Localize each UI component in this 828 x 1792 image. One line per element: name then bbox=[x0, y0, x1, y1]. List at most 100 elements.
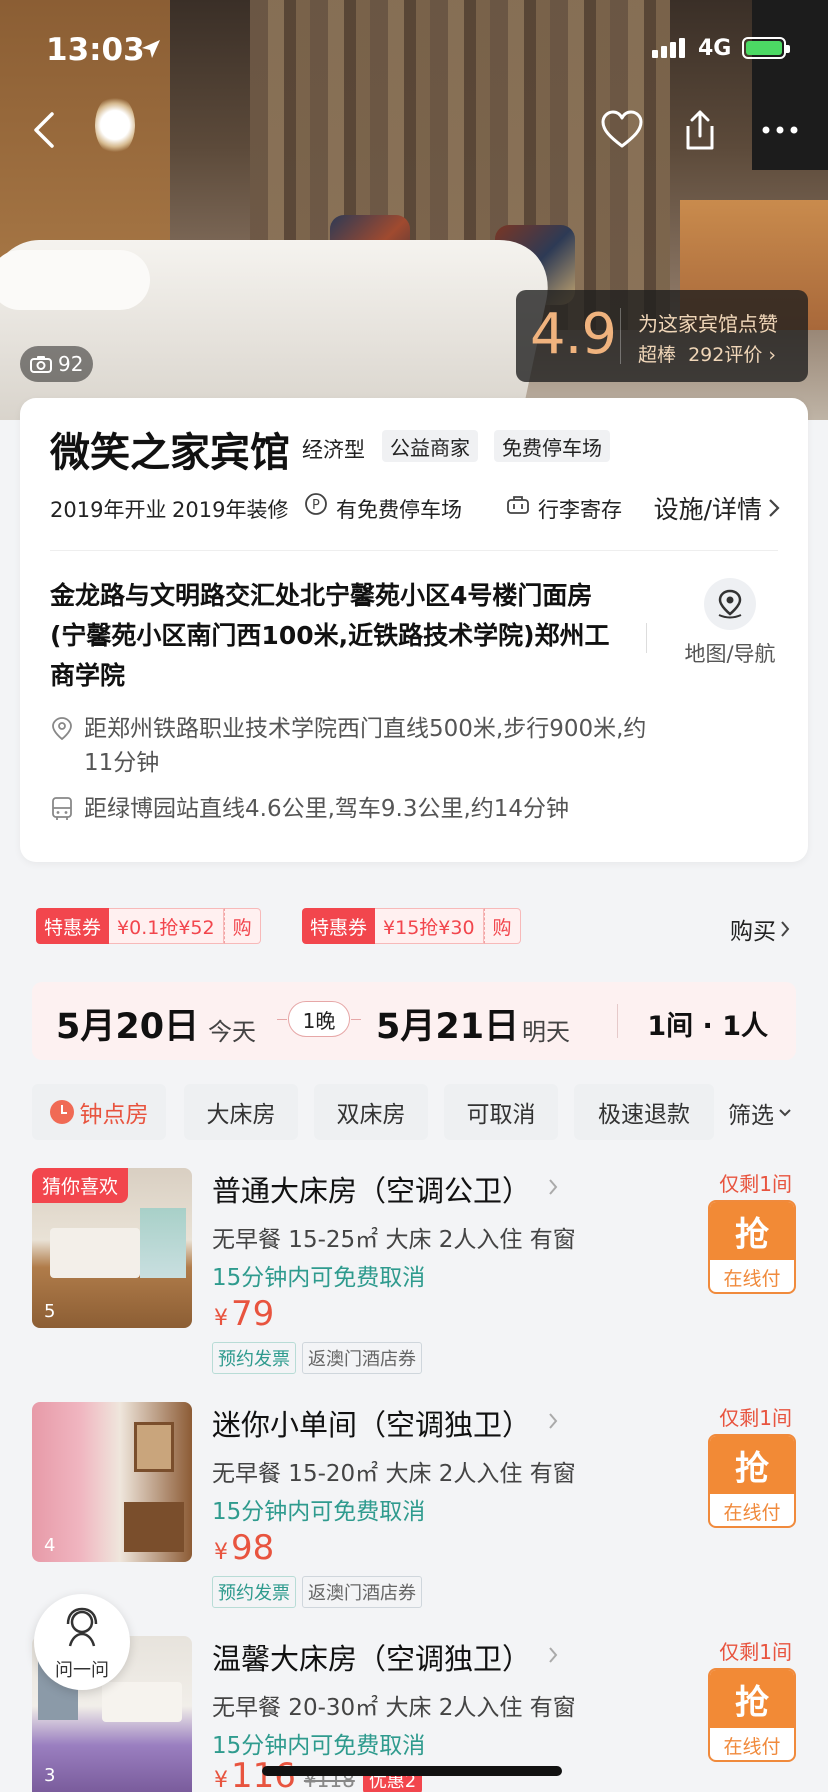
svg-text:P: P bbox=[312, 498, 320, 513]
room-price: ¥ 98 bbox=[214, 1528, 274, 1568]
hotel-tag: 公益商家 bbox=[382, 430, 478, 462]
location-arrow-icon bbox=[142, 40, 160, 58]
pay-online-label: 在线付 bbox=[723, 1501, 781, 1524]
signal-icon bbox=[652, 38, 685, 58]
favorite-button[interactable] bbox=[600, 108, 644, 152]
photo-count: 92 bbox=[58, 352, 84, 376]
room-tag: 返澳门酒店券 bbox=[302, 1576, 422, 1608]
network-type: 4G bbox=[698, 36, 732, 61]
room-item[interactable]: 猜你喜欢 5 普通大床房（空调公卫） 无早餐 15-25㎡ 大床 2人入住 有窗… bbox=[0, 1168, 828, 1398]
facility-details-link[interactable]: 设施/详情 bbox=[654, 490, 780, 526]
room-photo[interactable]: 4 bbox=[32, 1402, 192, 1562]
room-description: 无早餐 15-20㎡ 大床 2人入住 有窗 bbox=[212, 1461, 576, 1487]
status-time: 13:03 bbox=[46, 32, 145, 68]
checkin-day: 今天 bbox=[208, 1018, 256, 1046]
currency-symbol: ¥ bbox=[214, 1540, 228, 1565]
filter-label: 可取消 bbox=[466, 1102, 536, 1128]
distance-drive: 距绿博园站直线4.6公里,驾车9.3公里,约14分钟 bbox=[50, 792, 650, 826]
room-photo[interactable]: 猜你喜欢 5 bbox=[32, 1168, 192, 1328]
room-photo-count: 5 bbox=[44, 1301, 56, 1322]
room-description: 无早餐 20-30㎡ 大床 2人入住 有窗 bbox=[212, 1695, 576, 1721]
coupon[interactable]: 特惠券 ¥0.1抢¥52 购 bbox=[36, 908, 261, 944]
map-pin-icon bbox=[704, 578, 756, 630]
filter-fast-refund[interactable]: 极速退款 bbox=[574, 1084, 714, 1140]
currency-symbol: ¥ bbox=[214, 1768, 228, 1792]
free-cancel-note: 15分钟内可免费取消 bbox=[212, 1733, 426, 1759]
rating-prompt: 为这家宾馆点赞 bbox=[638, 312, 778, 336]
pay-online-label: 在线付 bbox=[723, 1735, 781, 1758]
buy-coupon-link[interactable]: 购买 bbox=[730, 912, 790, 946]
book-button[interactable]: 抢 在线付 bbox=[708, 1200, 796, 1294]
more-button[interactable] bbox=[758, 108, 802, 152]
room-tag: 返澳门酒店券 bbox=[302, 1342, 422, 1374]
divider bbox=[646, 623, 647, 653]
buy-label: 购买 bbox=[730, 919, 776, 945]
chevron-right-icon bbox=[781, 921, 790, 937]
map-navigation-button[interactable]: 地图/导航 bbox=[670, 578, 790, 668]
room-item[interactable]: 4 迷你小单间（空调独卫） 无早餐 15-20㎡ 大床 2人入住 有窗 15分钟… bbox=[0, 1402, 828, 1632]
room-name: 迷你小单间（空调独卫） bbox=[212, 1408, 532, 1442]
room-price: ¥ 79 bbox=[214, 1294, 274, 1334]
battery-icon bbox=[742, 37, 790, 59]
hotel-tag: 免费停车场 bbox=[494, 430, 610, 462]
rooms-left: 仅剩1间 bbox=[719, 1172, 792, 1196]
filter-label: 极速退款 bbox=[598, 1102, 690, 1128]
filter-twin-bed[interactable]: 双床房 bbox=[314, 1084, 428, 1140]
share-button[interactable] bbox=[678, 108, 722, 152]
customer-service-icon bbox=[66, 1607, 98, 1647]
filter-more-label: 筛选 bbox=[728, 1103, 774, 1129]
back-button[interactable] bbox=[22, 108, 66, 152]
filter-cancellable[interactable]: 可取消 bbox=[444, 1084, 558, 1140]
pay-online-label: 在线付 bbox=[723, 1267, 781, 1290]
location-pin-icon bbox=[52, 717, 72, 741]
filter-hourly-room[interactable]: 钟点房 bbox=[32, 1084, 166, 1140]
review-count: 292评价 bbox=[688, 344, 763, 366]
room-guest-selector[interactable]: 1间 · 1人 bbox=[647, 1004, 768, 1043]
filter-label: 大床房 bbox=[206, 1102, 276, 1128]
book-button[interactable]: 抢 在线付 bbox=[708, 1668, 796, 1762]
coupon-offer: ¥15抢¥30 bbox=[375, 908, 484, 944]
hotel-address[interactable]: 金龙路与文明路交汇处北宁馨苑小区4号楼门面房(宁馨苑小区南门西100米,近铁路技… bbox=[50, 576, 610, 696]
checkout-date: 5月21日 bbox=[376, 1007, 520, 1047]
coupon-type: 特惠券 bbox=[302, 908, 376, 944]
ask-question-button[interactable]: 问一问 bbox=[34, 1594, 130, 1690]
heart-icon bbox=[601, 110, 643, 148]
chevron-right-icon: › bbox=[768, 344, 776, 366]
date-selector[interactable]: 5月20日 今天 1晚 5月21日 明天 1间 · 1人 bbox=[32, 982, 796, 1060]
coupon-type: 特惠券 bbox=[36, 908, 110, 944]
filter-king-bed[interactable]: 大床房 bbox=[184, 1084, 298, 1140]
opened-year: 2019年开业 bbox=[50, 498, 167, 522]
share-icon bbox=[686, 110, 714, 150]
book-button-label: 抢 bbox=[710, 1202, 794, 1260]
photo-count-badge[interactable]: 92 bbox=[20, 346, 94, 382]
distance-walk-text: 距郑州铁路职业技术学院西门直线500米,步行900米,约11分钟 bbox=[84, 716, 647, 776]
room-photo-count: 3 bbox=[44, 1765, 56, 1786]
renovated-year: 2019年装修 bbox=[172, 498, 289, 522]
room-tags: 预约发票 返澳门酒店券 bbox=[212, 1342, 422, 1374]
free-cancel-note: 15分钟内可免费取消 bbox=[212, 1499, 426, 1525]
currency-symbol: ¥ bbox=[214, 1306, 228, 1331]
rating-box[interactable]: 4.9 为这家宾馆点赞 超棒 292评价 › bbox=[516, 290, 808, 382]
ask-label: 问一问 bbox=[55, 1660, 109, 1681]
hotel-name: 微笑之家宾馆 bbox=[50, 430, 290, 476]
guess-you-like-badge: 猜你喜欢 bbox=[32, 1168, 129, 1203]
rating-level: 超棒 bbox=[638, 344, 677, 366]
room-name: 普通大床房（空调公卫） bbox=[212, 1174, 532, 1208]
coupon[interactable]: 特惠券 ¥15抢¥30 购 bbox=[302, 908, 521, 944]
book-button[interactable]: 抢 在线付 bbox=[708, 1434, 796, 1528]
checkout-day: 明天 bbox=[522, 1018, 570, 1046]
nights-count: 1晚 bbox=[277, 1001, 361, 1037]
luggage-info: 行李寄存 bbox=[538, 498, 622, 522]
chevron-left-icon bbox=[34, 112, 54, 148]
book-button-label: 抢 bbox=[710, 1670, 794, 1728]
hotel-type: 经济型 bbox=[302, 438, 365, 462]
bus-icon bbox=[52, 797, 72, 820]
room-tag: 预约发票 bbox=[212, 1342, 296, 1374]
room-tag: 预约发票 bbox=[212, 1576, 296, 1608]
chevron-right-icon bbox=[549, 1413, 558, 1429]
coupon-buy: 购 bbox=[223, 908, 261, 944]
home-indicator bbox=[262, 1766, 562, 1776]
filter-more-button[interactable]: 筛选 bbox=[728, 1096, 792, 1130]
photo-lamp bbox=[95, 95, 135, 155]
status-bar: 13:03 4G bbox=[0, 0, 828, 100]
